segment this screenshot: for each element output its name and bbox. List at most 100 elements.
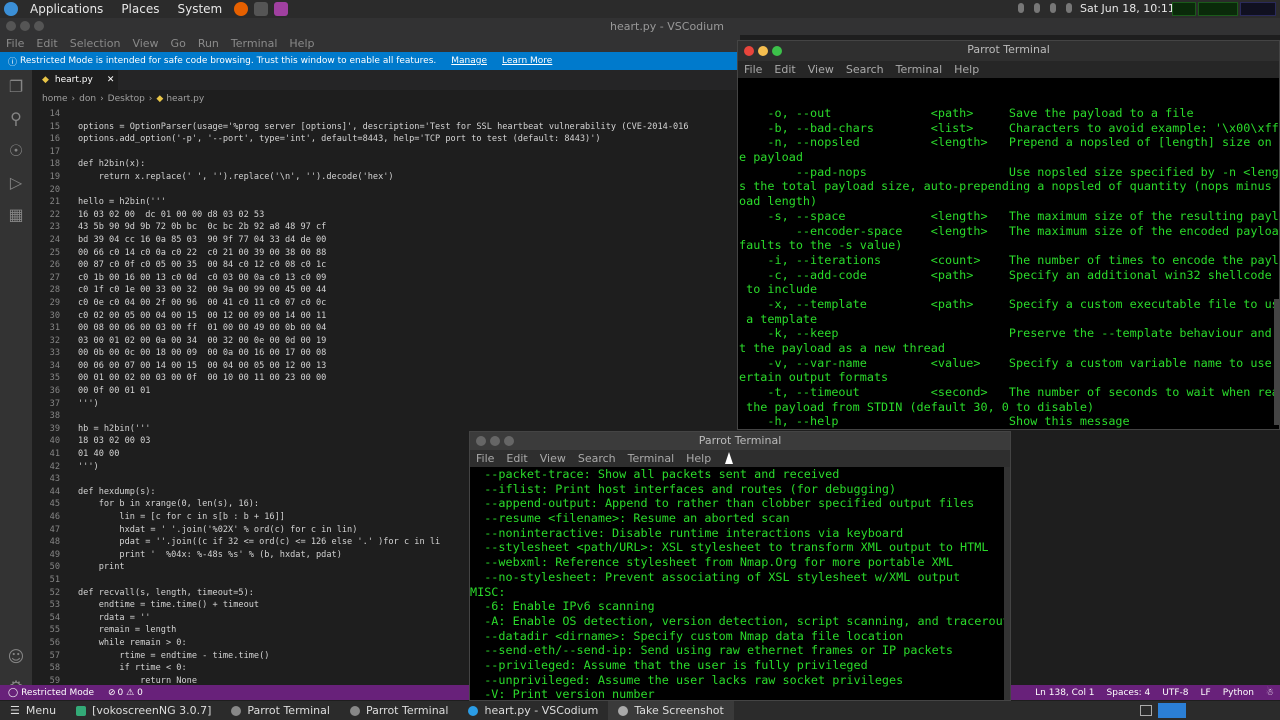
cursor-position[interactable]: Ln 138, Col 1 bbox=[1029, 688, 1100, 698]
code-line[interactable]: 30 c0 02 00 05 00 04 00 15 00 12 00 09 00… bbox=[32, 310, 740, 323]
workspace-switcher-icon[interactable] bbox=[1140, 705, 1152, 716]
account-icon[interactable]: ☺ bbox=[0, 640, 32, 672]
menu-file[interactable]: File bbox=[470, 452, 500, 465]
line-number: 45 bbox=[49, 499, 60, 510]
system-menu[interactable]: System bbox=[168, 2, 231, 16]
code-line[interactable]: 35 00 01 00 02 00 03 00 0f 00 10 00 11 00… bbox=[32, 372, 740, 385]
code-line[interactable]: 38 bbox=[32, 410, 740, 423]
menu-edit[interactable]: Edit bbox=[768, 63, 801, 76]
network-icon[interactable] bbox=[1050, 3, 1056, 13]
explorer-icon[interactable]: ❐ bbox=[0, 70, 32, 102]
minimize-window-button[interactable] bbox=[20, 21, 30, 31]
task-parrot-terminal-2[interactable]: Parrot Terminal bbox=[340, 701, 459, 720]
menu-go[interactable]: Go bbox=[165, 37, 192, 50]
code-line[interactable]: 26 00 87 c0 0f c0 05 00 35 00 84 c0 12 c0… bbox=[32, 259, 740, 272]
code-line[interactable]: 31 00 08 00 06 00 03 00 ff 01 00 00 49 00… bbox=[32, 322, 740, 335]
breadcrumb-desktop[interactable]: Desktop bbox=[108, 94, 145, 104]
menu-terminal[interactable]: Terminal bbox=[890, 63, 949, 76]
terminal-output[interactable]: --packet-trace: Show all packets sent an… bbox=[470, 467, 1010, 700]
code-line[interactable]: 37 ''') bbox=[32, 398, 740, 411]
tab-heart-py[interactable]: ◆ heart.py ✕ bbox=[32, 70, 118, 90]
menu-help[interactable]: Help bbox=[948, 63, 985, 76]
app-launcher-icon[interactable] bbox=[274, 2, 289, 16]
line-number: 16 bbox=[49, 134, 60, 145]
task-vokoscreen[interactable]: [vokoscreenNG 3.0.7] bbox=[66, 701, 221, 720]
menu-help[interactable]: Help bbox=[283, 37, 320, 50]
volume-icon[interactable] bbox=[1034, 3, 1040, 13]
code-line[interactable]: 18 def h2bin(x): bbox=[32, 158, 740, 171]
run-debug-icon[interactable]: ▷ bbox=[0, 166, 32, 198]
show-desktop-icon[interactable] bbox=[1158, 703, 1186, 718]
menu-search[interactable]: Search bbox=[572, 452, 622, 465]
menu-view[interactable]: View bbox=[126, 37, 164, 50]
restricted-mode-status[interactable]: ◯ Restricted Mode bbox=[0, 688, 102, 698]
code-line[interactable]: 29 c0 0e c0 04 00 2f 00 96 00 41 c0 11 c0… bbox=[32, 297, 740, 310]
code-line[interactable]: 21 hello = h2bin(''' bbox=[32, 196, 740, 209]
code-text: 00 87 c0 0f c0 05 00 35 00 84 c0 12 c0 0… bbox=[78, 260, 327, 271]
code-line[interactable]: 15 options = OptionParser(usage='%prog se… bbox=[32, 121, 740, 134]
code-line[interactable]: 32 03 00 01 02 00 0a 00 34 00 32 00 0e 00… bbox=[32, 335, 740, 348]
menu-terminal[interactable]: Terminal bbox=[622, 452, 681, 465]
code-line[interactable]: 14 bbox=[32, 108, 740, 121]
notifications-bell-icon[interactable]: ☃ bbox=[1260, 688, 1280, 698]
maximize-window-button[interactable] bbox=[34, 21, 44, 31]
menu-selection[interactable]: Selection bbox=[64, 37, 127, 50]
code-line[interactable]: 16 options.add_option('-p', '--port', typ… bbox=[32, 133, 740, 146]
applications-menu[interactable]: Applications bbox=[21, 2, 112, 16]
parrot-logo-icon[interactable] bbox=[4, 2, 18, 16]
task-parrot-terminal-1[interactable]: Parrot Terminal bbox=[221, 701, 340, 720]
menu-view[interactable]: View bbox=[802, 63, 840, 76]
code-line[interactable]: 23 43 5b 90 9d 9b 72 0b bc 0c bc 2b 92 a8… bbox=[32, 221, 740, 234]
menu-run[interactable]: Run bbox=[192, 37, 225, 50]
search-icon[interactable]: ⚲ bbox=[0, 102, 32, 134]
learn-more-link[interactable]: Learn More bbox=[499, 56, 552, 66]
eol-status[interactable]: LF bbox=[1195, 688, 1217, 698]
terminal-line: oad length) bbox=[739, 194, 818, 209]
menu-help[interactable]: Help bbox=[680, 452, 717, 465]
menu-file[interactable]: File bbox=[738, 63, 768, 76]
menu-view[interactable]: View bbox=[534, 452, 572, 465]
task-vscodium[interactable]: heart.py - VSCodium bbox=[458, 701, 608, 720]
extensions-icon[interactable]: ▦ bbox=[0, 198, 32, 230]
encoding-status[interactable]: UTF-8 bbox=[1156, 688, 1194, 698]
close-tab-icon[interactable]: ✕ bbox=[107, 75, 115, 85]
terminal-output[interactable]: -o, --out <path> Save the payload to a f… bbox=[738, 78, 1279, 430]
code-line[interactable]: 19 return x.replace(' ', '').replace('\n… bbox=[32, 171, 740, 184]
code-line[interactable]: 17 bbox=[32, 146, 740, 159]
code-line[interactable]: 27 c0 1b 00 16 00 13 c0 0d c0 03 00 0a c0… bbox=[32, 272, 740, 285]
problems-status[interactable]: ⊘ 0 ⚠ 0 bbox=[102, 688, 149, 698]
close-window-button[interactable] bbox=[6, 21, 16, 31]
clock[interactable]: Sat Jun 18, 10:11 bbox=[1080, 2, 1175, 15]
terminal-scrollbar[interactable] bbox=[1274, 299, 1279, 425]
code-line[interactable]: 28 c0 1f c0 1e 00 33 00 32 00 9a 00 99 00… bbox=[32, 284, 740, 297]
code-line[interactable]: 22 16 03 02 00 dc 01 00 00 d8 03 02 53 bbox=[32, 209, 740, 222]
breadcrumb-file[interactable]: heart.py bbox=[166, 94, 204, 104]
keyboard-icon[interactable] bbox=[1018, 3, 1024, 13]
code-line[interactable]: 25 00 66 c0 14 c0 0a c0 22 c0 21 00 39 00… bbox=[32, 247, 740, 260]
breadcrumb-don[interactable]: don bbox=[79, 94, 96, 104]
firefox-icon[interactable] bbox=[234, 2, 249, 16]
calendar-icon[interactable] bbox=[1066, 3, 1072, 13]
menu-search[interactable]: Search bbox=[840, 63, 890, 76]
code-line[interactable]: 20 bbox=[32, 184, 740, 197]
places-menu[interactable]: Places bbox=[112, 2, 168, 16]
menu-edit[interactable]: Edit bbox=[500, 452, 533, 465]
taskbar-menu-button[interactable]: ☰ Menu bbox=[0, 701, 66, 720]
code-line[interactable]: 24 bd 39 04 cc 16 0a 85 03 90 9f 77 04 33… bbox=[32, 234, 740, 247]
menu-edit[interactable]: Edit bbox=[30, 37, 63, 50]
manage-link[interactable]: Manage bbox=[448, 56, 487, 66]
breadcrumb-home[interactable]: home bbox=[42, 94, 68, 104]
menu-file[interactable]: File bbox=[0, 37, 30, 50]
terminal-launcher-icon[interactable] bbox=[254, 2, 269, 16]
code-line[interactable]: 36 00 0f 00 01 01 bbox=[32, 385, 740, 398]
code-line[interactable]: 34 00 06 00 07 00 14 00 15 00 04 00 05 00… bbox=[32, 360, 740, 373]
line-number: 33 bbox=[49, 348, 60, 359]
source-control-icon[interactable]: ☉ bbox=[0, 134, 32, 166]
code-line[interactable]: 33 00 0b 00 0c 00 18 00 09 00 0a 00 16 00… bbox=[32, 347, 740, 360]
task-take-screenshot[interactable]: Take Screenshot bbox=[608, 701, 734, 720]
menu-terminal[interactable]: Terminal bbox=[225, 37, 284, 50]
line-number: 39 bbox=[49, 423, 60, 434]
indentation-status[interactable]: Spaces: 4 bbox=[1101, 688, 1157, 698]
language-status[interactable]: Python bbox=[1217, 688, 1260, 698]
terminal-scrollbar[interactable] bbox=[1004, 467, 1010, 700]
